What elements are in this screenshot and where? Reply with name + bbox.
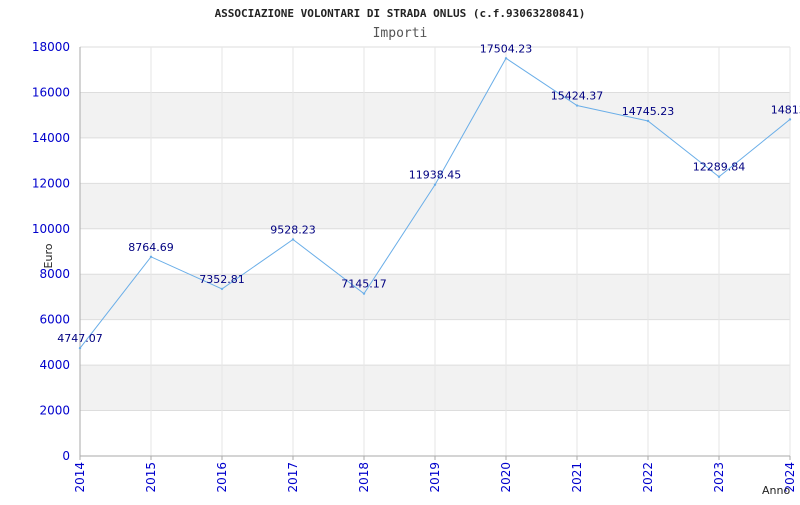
data-point (291, 238, 295, 241)
y-tick-label: 6000 (39, 313, 70, 327)
x-tick-label: 2016 (215, 462, 229, 493)
x-axis-ticks: 2014 2015 2016 2017 2018 2019 2020 2021 2022 2023… (73, 456, 797, 493)
x-tick-label: 2018 (357, 462, 371, 493)
x-tick-label: 2023 (712, 462, 726, 493)
y-tick-label: 14000 (32, 131, 70, 145)
y-tick-label: 16000 (32, 85, 70, 99)
y-tick-label: 4000 (39, 358, 70, 372)
x-tick-label: 2014 (73, 462, 87, 493)
data-label: 7145.17 (341, 278, 387, 291)
data-label: 12289.84 (693, 161, 746, 174)
data-point (575, 104, 579, 107)
data-label: 8764.69 (128, 241, 174, 254)
data-label: 11938.45 (409, 169, 462, 182)
x-tick-label: 2019 (428, 462, 442, 493)
x-tick-label: 2015 (144, 462, 158, 493)
data-point (362, 292, 366, 295)
x-tick-label: 2020 (499, 462, 513, 493)
y-tick-label: 12000 (32, 176, 70, 190)
y-tick-label: 10000 (32, 222, 70, 236)
data-label: 9528.23 (270, 223, 316, 236)
data-label: 7352.81 (199, 273, 245, 286)
y-tick-label: 2000 (39, 404, 70, 418)
chart-subtitle: Importi (373, 26, 428, 41)
data-point (717, 175, 721, 178)
y-axis-label: Euro (42, 243, 55, 268)
y-tick-label: 18000 (32, 40, 70, 54)
data-label: 14745.23 (622, 105, 675, 118)
y-tick-label: 0 (62, 449, 70, 463)
data-point (433, 183, 437, 186)
chart-svg: 0200040006000800010000120001400016000180… (32, 7, 800, 497)
line-chart: 0 2000 4000 6000 8000 10000 12000 14000 16000 180… (0, 0, 800, 500)
data-point (220, 287, 224, 291)
data-label: 14813. (771, 103, 800, 116)
data-point (646, 119, 650, 123)
data-point (78, 346, 82, 350)
x-tick-label: 2022 (641, 462, 655, 493)
x-tick-label: 2017 (286, 462, 300, 493)
data-point (504, 57, 508, 60)
x-tick-label: 2021 (570, 462, 584, 493)
data-label: 4747.07 (57, 332, 103, 345)
data-point (788, 118, 792, 121)
data-label: 15424.37 (551, 90, 604, 103)
data-label: 17504.23 (480, 42, 533, 55)
chart-title: ASSOCIAZIONE VOLONTARI DI STRADA ONLUS (… (215, 7, 586, 20)
data-point (149, 255, 153, 259)
x-axis-label: Anno (762, 484, 790, 497)
